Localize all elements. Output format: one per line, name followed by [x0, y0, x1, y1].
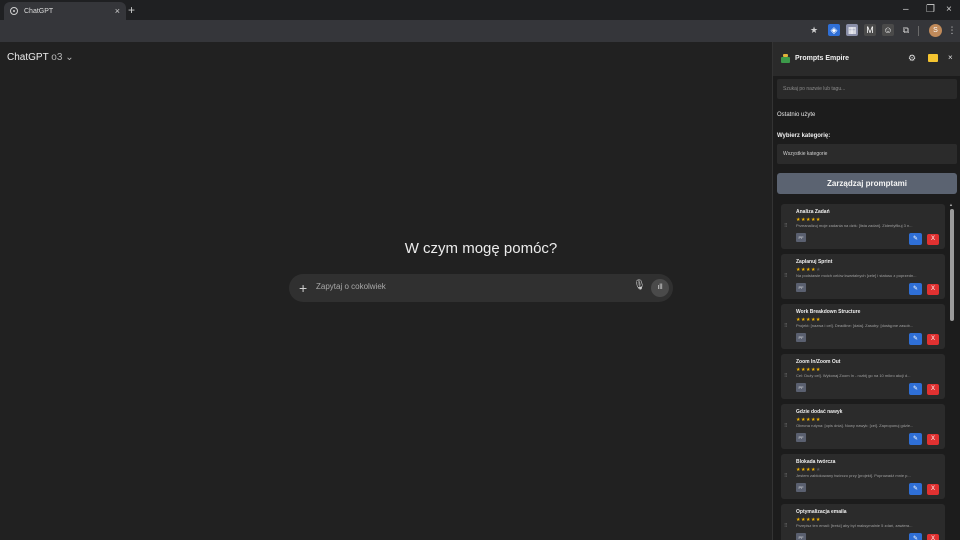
folder-icon[interactable]: [928, 54, 938, 62]
menu-kebab-icon[interactable]: ⋮: [946, 24, 958, 36]
tab-title: ChatGPT: [24, 7, 54, 15]
prompt-card[interactable]: ⠿ Gdzie dodać nawyk ★★★★★ Obecna rutyna: [o…: [781, 404, 945, 449]
prompt-name: Zoom In/Zoom Out: [796, 359, 841, 365]
language-flag-badge: PF: [796, 283, 806, 292]
delete-prompt-button[interactable]: X: [927, 384, 939, 395]
prompt-list: ⠿ Analiza Zadań ★★★★★ Przeanalizuj moje zad…: [781, 204, 945, 540]
extension-grid-icon[interactable]: ▦: [846, 24, 858, 36]
edit-prompt-button[interactable]: ✎: [909, 483, 922, 495]
language-flag-badge: PF: [796, 433, 806, 442]
language-flag-badge: PF: [796, 533, 806, 540]
prompt-card[interactable]: ⠿ Analiza Zadań ★★★★★ Przeanalizuj moje zad…: [781, 204, 945, 249]
prompt-name: Optymalizacja emaila: [796, 509, 847, 515]
delete-prompt-button[interactable]: X: [927, 534, 939, 540]
composer[interactable]: + Zapytaj o cokolwiek 🎙︎ ıll: [289, 274, 673, 302]
browser-tabstrip: ChatGPT × + – ❐ ×: [0, 0, 960, 20]
delete-prompt-button[interactable]: X: [927, 334, 939, 345]
browser-toolbar: ★ ◈ ▦ M ☺ ⧉ S ⋮: [0, 20, 960, 42]
edit-prompt-button[interactable]: ✎: [909, 433, 922, 445]
drag-handle-icon[interactable]: ⠿: [784, 523, 788, 529]
extension-m-icon[interactable]: M: [864, 24, 876, 36]
plus-icon[interactable]: +: [299, 279, 307, 297]
restore-button[interactable]: ❐: [926, 3, 935, 17]
extension-face-icon[interactable]: ☺: [882, 24, 894, 36]
prompt-description: Przepisz ten email: [treść] aby był maks…: [796, 523, 913, 528]
drag-handle-icon[interactable]: ⠿: [784, 373, 788, 379]
prompt-description: Projekt: [nazwa i cel]. Deadline: [data]…: [796, 323, 914, 328]
prompt-name: Blokada twórcza: [796, 459, 836, 465]
prompt-description: Na podstawie moich celów kwartalnych [ce…: [796, 273, 917, 278]
profile-avatar[interactable]: S: [929, 24, 942, 37]
scroll-up-arrow-icon[interactable]: ▲: [949, 202, 953, 207]
window-close-button[interactable]: ×: [946, 3, 952, 17]
prompt-search-input[interactable]: [777, 79, 957, 99]
delete-prompt-button[interactable]: X: [927, 234, 939, 245]
panel-close-icon[interactable]: ×: [948, 53, 953, 62]
extension-blue-icon[interactable]: ◈: [828, 24, 840, 36]
delete-prompt-button[interactable]: X: [927, 434, 939, 445]
prompt-description: Przeanalizuj moje zadania na dziś: [list…: [796, 223, 913, 228]
voice-mode-button[interactable]: ıll: [651, 279, 669, 297]
edit-prompt-button[interactable]: ✎: [909, 233, 922, 245]
tab-chatgpt[interactable]: ChatGPT ×: [4, 2, 126, 20]
prompt-card[interactable]: ⠿ Zaplanuj Sprint ★★★★★ Na podstawie moich …: [781, 254, 945, 299]
drag-handle-icon[interactable]: ⠿: [784, 323, 788, 329]
prompt-card[interactable]: ⠿ Blokada twórcza ★★★★★ Jestem zablokowany …: [781, 454, 945, 499]
prompt-description: Cel: Duży cel]. Wykonaj Zoom In - rozbij…: [796, 373, 911, 378]
tab-close-icon[interactable]: ×: [115, 6, 120, 16]
extensions-puzzle-icon[interactable]: ⧉: [900, 24, 912, 36]
prompts-side-panel: Prompts Empire ⚙ × Ostatnio użyte Wybier…: [772, 42, 960, 540]
language-flag-badge: PF: [796, 483, 806, 492]
edit-prompt-button[interactable]: ✎: [909, 533, 922, 540]
model-selector[interactable]: ChatGPT o3 ⌄: [7, 52, 74, 63]
drag-handle-icon[interactable]: ⠿: [784, 223, 788, 229]
panel-header: Prompts Empire ⚙ ×: [773, 42, 960, 76]
chatgpt-favicon-icon: [10, 7, 18, 15]
language-flag-badge: PF: [796, 233, 806, 242]
new-tab-button[interactable]: +: [128, 3, 135, 17]
chevron-down-icon: ⌄: [65, 52, 74, 63]
prompt-card[interactable]: ⠿ Optymalizacja emaila ★★★★★ Przepisz ten e…: [781, 504, 945, 540]
prompt-name: Analiza Zadań: [796, 209, 830, 215]
manage-prompts-button[interactable]: Zarządzaj promptami: [777, 173, 957, 194]
category-select[interactable]: Wszystkie kategorie: [777, 144, 957, 164]
delete-prompt-button[interactable]: X: [927, 284, 939, 295]
toolbar-separator: [918, 26, 919, 36]
prompt-name: Work Breakdown Structure: [796, 309, 861, 315]
model-name: ChatGPT: [7, 52, 49, 63]
drag-handle-icon[interactable]: ⠿: [784, 423, 788, 429]
drag-handle-icon[interactable]: ⠿: [784, 273, 788, 279]
composer-placeholder[interactable]: Zapytaj o cokolwiek: [316, 282, 386, 291]
prompt-card[interactable]: ⠿ Work Breakdown Structure ★★★★★ Projekt: […: [781, 304, 945, 349]
chat-main: ChatGPT o3 ⌄ W czym mogę pomóc? + Zapyta…: [0, 42, 772, 540]
edit-prompt-button[interactable]: ✎: [909, 383, 922, 395]
edit-prompt-button[interactable]: ✎: [909, 333, 922, 345]
language-flag-badge: PF: [796, 383, 806, 392]
prompts-empire-logo-icon: [781, 54, 790, 63]
edit-prompt-button[interactable]: ✎: [909, 283, 922, 295]
prompt-description: Obecna rutyna: [opis dnia]. Nowy nawyk: …: [796, 423, 914, 428]
language-flag-badge: PF: [796, 333, 806, 342]
model-version: o3: [51, 52, 63, 63]
microphone-icon[interactable]: 🎙︎: [633, 280, 646, 291]
gear-icon[interactable]: ⚙: [908, 53, 916, 64]
recent-label[interactable]: Ostatnio użyte: [777, 112, 815, 118]
scrollbar-thumb[interactable]: [950, 209, 954, 321]
prompt-list-scrollbar[interactable]: ▲: [949, 202, 955, 540]
category-label: Wybierz kategorię:: [777, 133, 831, 139]
drag-handle-icon[interactable]: ⠿: [784, 473, 788, 479]
prompt-card[interactable]: ⠿ Zoom In/Zoom Out ★★★★★ Cel: Duży cel]. Wy…: [781, 354, 945, 399]
bookmark-star-icon[interactable]: ★: [808, 24, 820, 36]
address-bar[interactable]: [4, 23, 804, 39]
delete-prompt-button[interactable]: X: [927, 484, 939, 495]
minimize-button[interactable]: –: [903, 3, 909, 17]
panel-title: Prompts Empire: [795, 55, 850, 62]
prompt-description: Jestem zablokowany twórczo przy [projekt…: [796, 473, 911, 478]
prompt-name: Gdzie dodać nawyk: [796, 409, 843, 415]
prompt-name: Zaplanuj Sprint: [796, 259, 833, 265]
